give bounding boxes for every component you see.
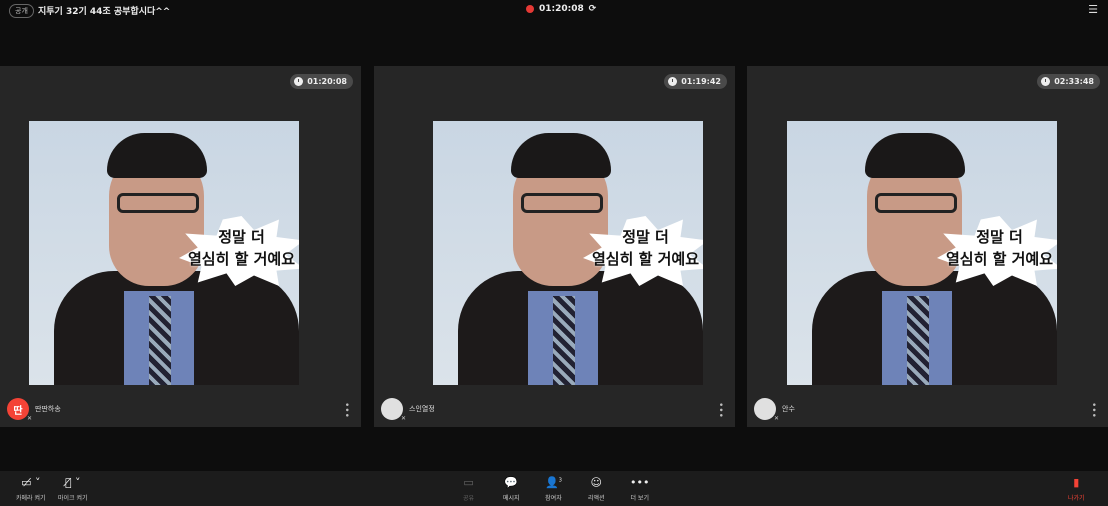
study-timer: 02:33:48	[1037, 74, 1100, 89]
clock-icon	[294, 77, 304, 86]
camera-button[interactable]: ▭̸ ˅ 카메라 켜기	[16, 476, 46, 502]
participants-button[interactable]: 👤3 참여자	[545, 476, 562, 502]
caption-line: 정말 더	[976, 228, 1023, 246]
more-options-icon[interactable]: •••	[1088, 402, 1098, 418]
user-name: 안수	[782, 405, 795, 413]
mic-muted-icon: ✕	[773, 415, 779, 422]
ellipsis-icon: •••	[630, 476, 650, 489]
room-title: 지투기 32기 44조 공부합시다^^	[38, 7, 171, 17]
user-name: 스인열정	[409, 405, 435, 413]
bottom-toolbar: ▭̸ ˅ 카메라 켜기 🎙̸ ˅ 마이크 켜기 ▭ 공유 💬 메시지 👤3 참여자 ☺ 리액…	[0, 471, 1108, 506]
reaction-button[interactable]: ☺ 리액션	[588, 476, 605, 502]
study-timer: 01:19:42	[664, 74, 727, 89]
mic-muted-icon: ✕	[400, 415, 406, 422]
video-tile[interactable]: 02:33:48 정말 더열심히 할 거예요 ✕ 안수 •••	[747, 66, 1108, 427]
share-button[interactable]: ▭ 공유	[463, 476, 474, 502]
video-image: 정말 더열심히 할 거예요	[433, 121, 703, 385]
chat-icon: 💬	[504, 476, 519, 489]
clock-icon	[1041, 77, 1051, 86]
timer-text: 01:20:08	[307, 77, 347, 86]
camera-off-icon: ▭̸ ˅	[21, 476, 41, 489]
video-tile[interactable]: 01:20:08 정말 더열심히 할 거예요 딴 ✕ 딴딴하송 •••	[0, 66, 361, 427]
video-tile[interactable]: 01:19:42 정말 더열심히 할 거예요 ✕ 스인열정 •••	[374, 66, 735, 427]
avatar: ✕	[754, 398, 779, 422]
more-options-icon[interactable]: •••	[341, 402, 351, 418]
study-timer: 01:20:08	[290, 74, 353, 89]
person-icon: 👤3	[545, 476, 562, 489]
record-icon	[526, 5, 534, 13]
public-badge: 공개	[9, 4, 34, 18]
video-image: 정말 더열심히 할 거예요	[787, 121, 1057, 385]
refresh-icon[interactable]: ⟳	[589, 4, 597, 14]
smiley-icon: ☺	[590, 476, 603, 489]
avatar: 딴 ✕	[7, 398, 32, 422]
timer-text: 02:33:48	[1054, 77, 1094, 86]
leave-button[interactable]: ▮ 나가기	[1068, 476, 1085, 502]
clock-icon	[668, 77, 678, 86]
caption-line: 열심히 할 거예요	[187, 250, 296, 268]
settings-sliders-icon[interactable]: ☰	[1088, 3, 1098, 16]
video-image: 정말 더열심히 할 거예요	[29, 121, 299, 385]
elapsed-time: 01:20:08	[539, 4, 584, 14]
caption-line: 정말 더	[218, 228, 265, 246]
caption-line: 열심히 할 거예요	[591, 250, 700, 268]
session-timer: 01:20:08 ⟳	[526, 4, 596, 14]
mic-button[interactable]: 🎙̸ ˅ 마이크 켜기	[58, 476, 88, 502]
top-bar: 공개 지투기 32기 44조 공부합시다^^ 01:20:08 ⟳ ☰	[0, 0, 1108, 20]
user-name: 딴딴하송	[35, 405, 61, 413]
more-options-icon[interactable]: •••	[715, 402, 725, 418]
caption-line: 정말 더	[622, 228, 669, 246]
mic-off-icon: 🎙̸ ˅	[64, 476, 81, 489]
caption-line: 열심히 할 거예요	[945, 250, 1054, 268]
exit-door-icon: ▮	[1073, 476, 1080, 489]
message-button[interactable]: 💬 메시지	[503, 476, 520, 502]
more-button[interactable]: ••• 더 보기	[630, 476, 649, 502]
avatar: ✕	[381, 398, 406, 422]
screen-share-icon: ▭	[463, 476, 474, 489]
timer-text: 01:19:42	[681, 77, 721, 86]
mic-muted-icon: ✕	[26, 415, 32, 422]
